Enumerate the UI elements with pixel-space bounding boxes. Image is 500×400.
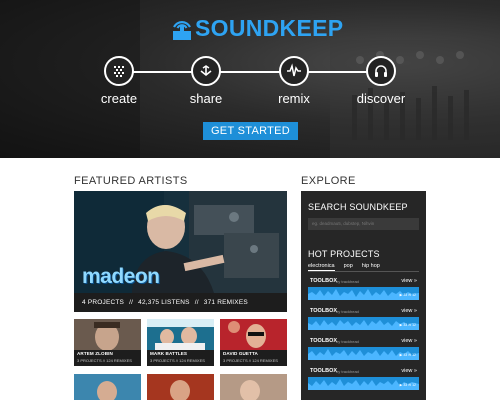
artist-photo — [220, 319, 287, 350]
tab-pop[interactable]: pop — [344, 263, 353, 271]
genre-tabs: electronica pop hip hop — [308, 263, 419, 272]
step-remix[interactable]: remix — [249, 56, 339, 106]
artist-card-mark-battles[interactable]: MARK BATTLES 3 PROJECTS // 124 REMIXES — [147, 319, 214, 366]
view-link[interactable]: view » — [401, 278, 417, 284]
step-label: remix — [278, 91, 310, 106]
brand-name: SOUNDKEEP — [195, 14, 344, 41]
track-title: TOOLBOX — [310, 308, 338, 314]
search-title: SEARCH SOUNDKEEP — [308, 202, 408, 212]
hot-projects-title: HOT PROJECTS — [308, 249, 380, 259]
grid-icon — [114, 66, 124, 77]
artist-photo — [147, 319, 214, 350]
track-stats: ▶ 33 ✉ 12 — [399, 383, 416, 387]
artist-photo — [74, 319, 141, 350]
separator: // — [194, 299, 199, 306]
step-label: discover — [356, 91, 406, 106]
hot-project-item[interactable]: TOOLBOX by trackhead view » ▶ 33 ✉ 12 — [308, 278, 419, 302]
artist-photo — [220, 374, 287, 400]
share-arrow-icon — [200, 65, 212, 77]
track-stats: ▶ 33 ✉ 12 — [399, 353, 416, 357]
artist-stats: 3 PROJECTS // 124 REMIXES — [150, 358, 205, 363]
hot-project-item[interactable]: TOOLBOX by trackhead view » ▶ 33 ✉ 12 — [308, 338, 419, 362]
view-link[interactable]: view » — [401, 338, 417, 344]
artist-name: ARTEM ZLOBIN — [77, 351, 113, 356]
artist-photo — [147, 374, 214, 400]
artist-stats: 3 PROJECTS // 124 REMIXES — [77, 358, 132, 363]
featured-artists-title: FEATURED ARTISTS — [74, 175, 188, 187]
artist-photo — [74, 374, 141, 400]
headphones-icon — [375, 65, 387, 77]
artist-card[interactable] — [74, 374, 141, 400]
artist-card[interactable] — [147, 374, 214, 400]
track-author: by trackhead — [336, 279, 359, 284]
step-label: share — [189, 91, 223, 106]
view-link[interactable]: view » — [401, 308, 417, 314]
artist-name: MARK BATTLES — [150, 351, 188, 356]
featured-artist-stats: 4 PROJECTS // 42,375 LISTENS // 371 REMI… — [74, 293, 287, 312]
tab-hip-hop[interactable]: hip hop — [362, 263, 380, 271]
track-author: by trackhead — [336, 309, 359, 314]
artist-card[interactable] — [220, 374, 287, 400]
artist-name: DAVID GUETTA — [223, 351, 258, 356]
search-input[interactable] — [308, 218, 419, 230]
featured-artist-logo: madeon — [82, 265, 160, 288]
explore-title: EXPLORE — [301, 175, 356, 187]
hot-project-item[interactable]: TOOLBOX by trackhead view » ▶ 33 ✉ 12 — [308, 308, 419, 332]
step-label: create — [100, 91, 138, 106]
track-title: TOOLBOX — [310, 368, 338, 374]
broadcast-icon — [173, 21, 191, 40]
artist-stats: 3 PROJECTS // 124 REMIXES — [223, 358, 278, 363]
separator: // — [129, 299, 134, 306]
projects-count: 4 PROJECTS — [82, 299, 125, 306]
artist-card-david-guetta[interactable]: DAVID GUETTA 3 PROJECTS // 124 REMIXES — [220, 319, 287, 366]
soundkeep-logo[interactable]: SOUNDKEEP — [171, 13, 343, 43]
track-title: TOOLBOX — [310, 278, 338, 284]
view-link[interactable]: view » — [401, 368, 417, 374]
track-author: by trackhead — [336, 369, 359, 374]
track-stats: ▶ 33 ✉ 12 — [399, 323, 416, 327]
track-author: by trackhead — [336, 339, 359, 344]
step-share[interactable]: share — [161, 56, 251, 106]
remixes-count: 371 REMIXES — [203, 299, 248, 306]
step-discover[interactable]: discover — [336, 56, 426, 106]
track-title: TOOLBOX — [310, 338, 338, 344]
waveform-icon — [287, 63, 301, 77]
listens-count: 42,375 LISTENS — [138, 299, 190, 306]
artist-card-artem-zlobin[interactable]: ARTEM ZLOBIN 3 PROJECTS // 124 REMIXES — [74, 319, 141, 366]
step-create[interactable]: create — [74, 56, 164, 106]
hot-project-item[interactable]: TOOLBOX by trackhead view » ▶ 33 ✉ 12 — [308, 368, 419, 392]
tab-electronica[interactable]: electronica — [308, 263, 335, 271]
hero-banner: SOUNDKEEP create share remix discover GE… — [0, 0, 500, 158]
track-stats: ▶ 33 ✉ 12 — [399, 293, 416, 297]
explore-panel: SEARCH SOUNDKEEP HOT PROJECTS electronic… — [301, 191, 426, 400]
get-started-button[interactable]: GET STARTED — [203, 122, 298, 140]
